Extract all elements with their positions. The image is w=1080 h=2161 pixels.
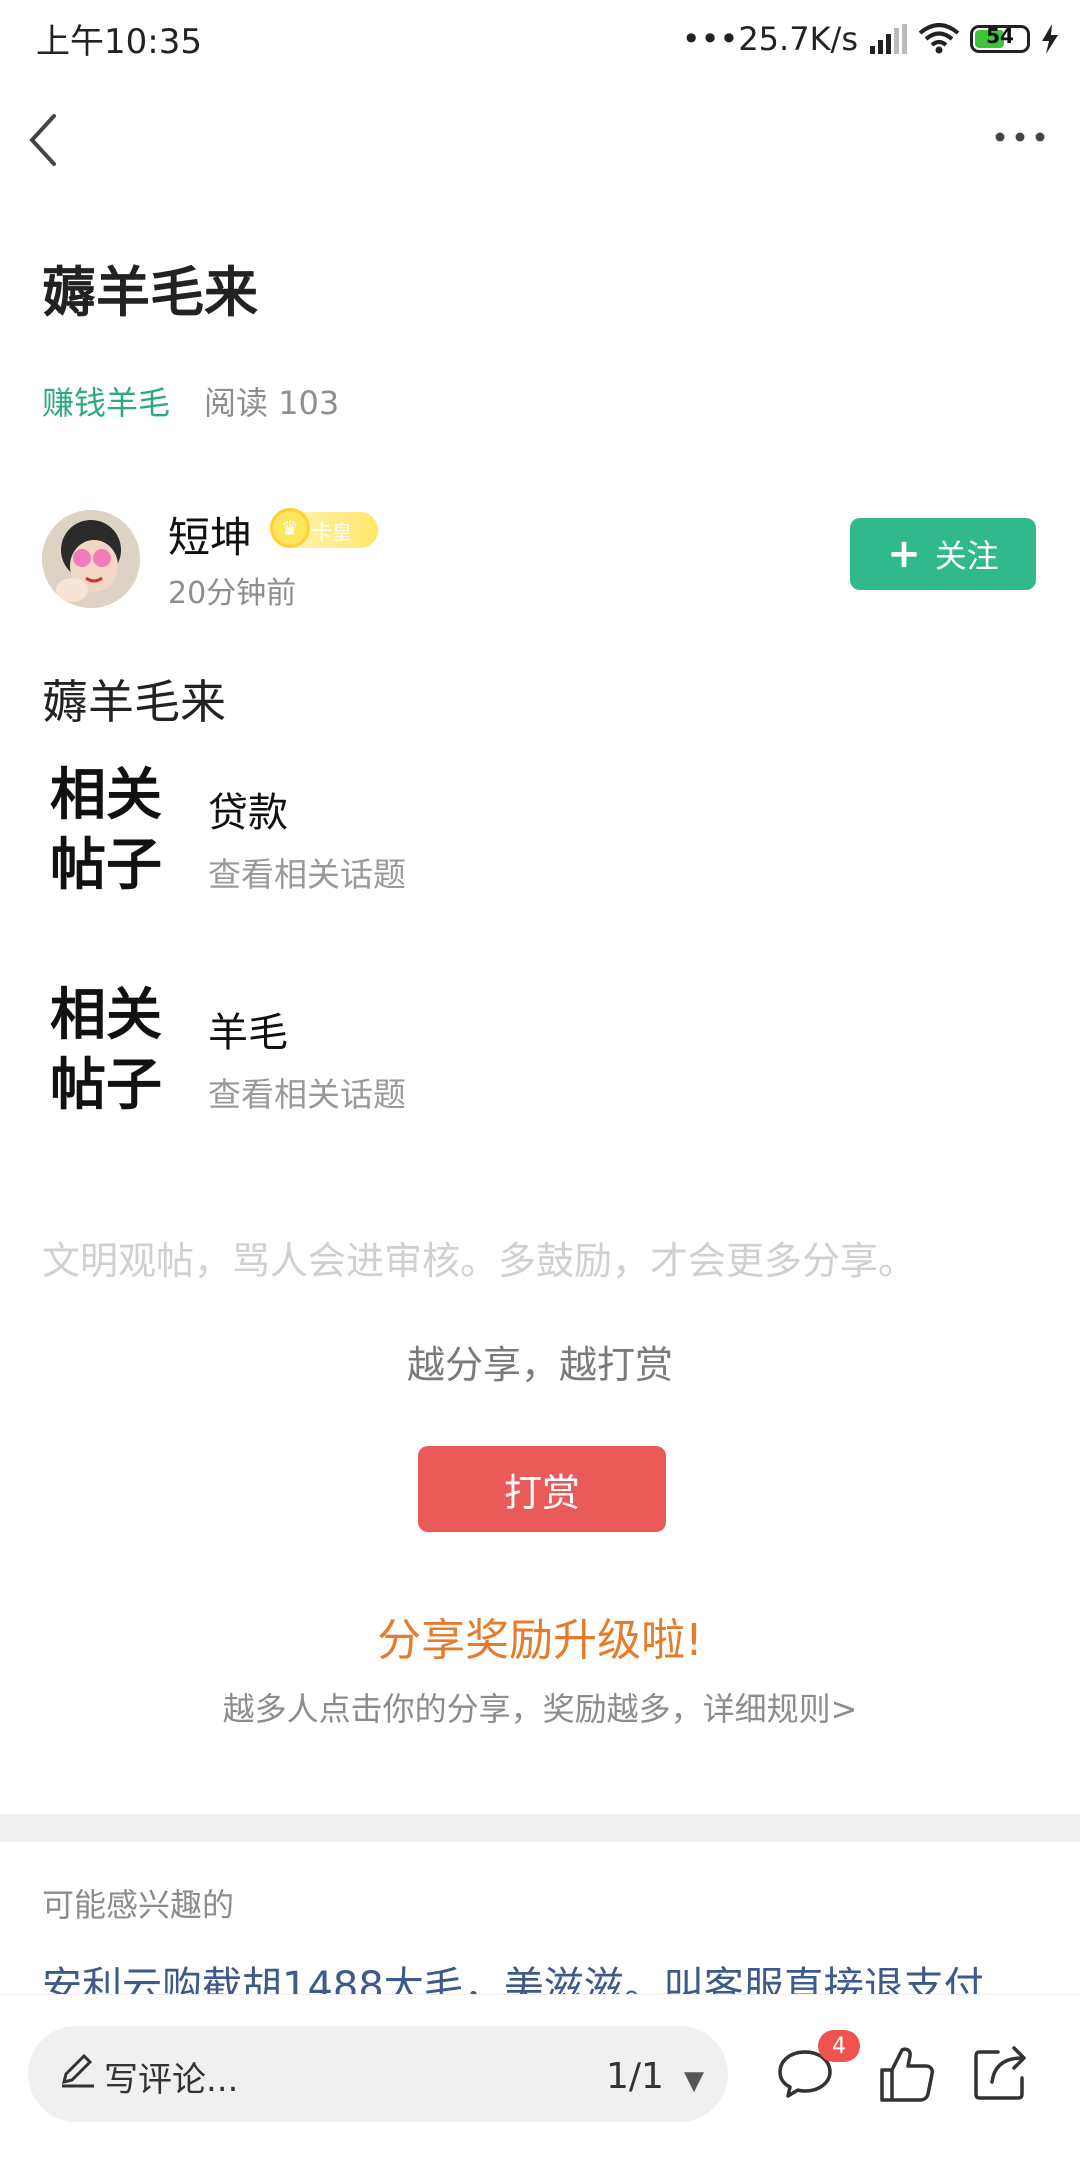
- post-meta: 赚钱羊毛 阅读 103: [42, 378, 339, 424]
- related-topic-card[interactable]: 相关 帖子 羊毛 查看相关话题: [42, 980, 942, 1118]
- comment-placeholder[interactable]: 写评论...: [104, 2052, 238, 2101]
- battery-icon: 54: [970, 24, 1030, 53]
- reward-button[interactable]: 打赏: [418, 1446, 666, 1532]
- section-divider: [0, 1814, 1080, 1842]
- charging-icon: [1042, 24, 1058, 54]
- status-icons: •••25.7K/s 54: [682, 14, 1060, 64]
- topic-name: 贷款: [208, 790, 288, 836]
- author-name[interactable]: 短坤: [168, 504, 252, 565]
- badge-text: 卡皇: [312, 519, 352, 544]
- pen-icon: [61, 2053, 94, 2088]
- follow-label: 关注: [934, 537, 999, 575]
- related-posts-logo: 相关 帖子: [50, 980, 170, 1120]
- plus-icon: +: [887, 531, 921, 577]
- post-body: 薅羊毛来: [42, 675, 226, 729]
- post-title: 薅羊毛来: [42, 261, 258, 324]
- status-time: 上午10:35: [36, 22, 202, 62]
- read-count: 阅读 103: [204, 384, 340, 422]
- view-topic-link[interactable]: 查看相关话题: [208, 848, 406, 896]
- crown-icon: ♛: [270, 508, 310, 548]
- page-indicator[interactable]: 1/1: [606, 2056, 664, 2097]
- signal-icon: [870, 24, 907, 54]
- rules-link[interactable]: 越多人点击你的分享，奖励越多，详细规则>: [0, 1684, 1080, 1730]
- level-badge: ♛ 卡皇: [270, 508, 378, 548]
- back-arrow-icon[interactable]: [18, 104, 78, 176]
- interest-label: 可能感兴趣的: [42, 1886, 235, 1924]
- upgrade-title: 分享奖励升级啦!: [377, 1615, 703, 1666]
- share-more-text: 越分享，越打赏: [406, 1343, 673, 1387]
- civility-notice: 文明观帖，骂人会进审核。多鼓励，才会更多分享。: [42, 1239, 917, 1283]
- network-speed: •••25.7K/s: [681, 20, 858, 58]
- related-topic-card[interactable]: 相关 帖子 贷款 查看相关话题: [42, 760, 942, 898]
- share-icon[interactable]: [972, 2044, 1030, 2102]
- comment-count-badge: 4: [818, 2030, 860, 2062]
- thumbs-up-icon[interactable]: [878, 2044, 936, 2104]
- wifi-icon: [918, 23, 960, 54]
- follow-button[interactable]: + 关注: [850, 518, 1036, 590]
- related-posts-logo: 相关 帖子: [50, 760, 170, 900]
- logo-line-1: 相关: [50, 982, 162, 1048]
- topic-name: 羊毛: [208, 1010, 288, 1056]
- logo-line-2: 帖子: [50, 1052, 162, 1118]
- logo-line-1: 相关: [50, 762, 162, 828]
- logo-line-2: 帖子: [50, 832, 162, 898]
- dropdown-caret-icon[interactable]: ▼: [684, 2066, 704, 2096]
- avatar[interactable]: [42, 510, 140, 608]
- battery-level-text: 54: [986, 24, 1014, 48]
- more-dots-icon[interactable]: [994, 122, 1046, 152]
- view-topic-link[interactable]: 查看相关话题: [208, 1068, 406, 1116]
- avatar-image: [42, 510, 140, 608]
- post-time: 20分钟前: [168, 576, 297, 611]
- post-category-link[interactable]: 赚钱羊毛: [42, 378, 170, 424]
